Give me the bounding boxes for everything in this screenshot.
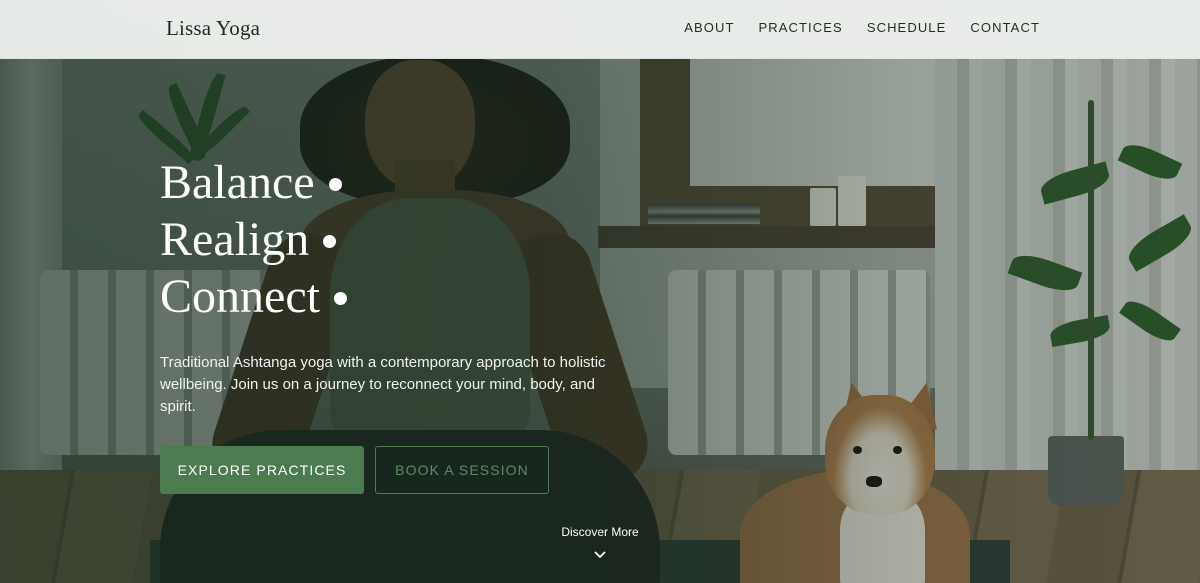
explore-practices-button[interactable]: EXPLORE PRACTICES	[160, 446, 364, 494]
site-header: Lissa Yoga ABOUT PRACTICES SCHEDULE CONT…	[0, 0, 1200, 59]
book-session-button[interactable]: BOOK A SESSION	[375, 446, 549, 494]
discover-more-label[interactable]: Discover More	[550, 525, 650, 539]
headline-word-balance: Balance	[160, 156, 315, 209]
headline-word-connect: Connect	[160, 270, 320, 323]
hero-description: Traditional Ashtanga yoga with a contemp…	[160, 354, 606, 415]
bullet-dot-icon	[323, 235, 337, 248]
page: Lissa Yoga ABOUT PRACTICES SCHEDULE CONT…	[0, 0, 1200, 583]
headline-line: Connect	[160, 268, 347, 325]
chevron-down-icon[interactable]	[594, 549, 606, 561]
bullet-dot-icon	[328, 178, 342, 191]
brand-logo[interactable]: Lissa Yoga	[166, 16, 260, 41]
headline-line: Realign	[160, 211, 347, 268]
bullet-dot-icon	[333, 292, 347, 305]
nav-item-schedule[interactable]: SCHEDULE	[867, 20, 947, 35]
nav-item-about[interactable]: ABOUT	[684, 20, 734, 35]
headline-word-realign: Realign	[160, 213, 310, 266]
nav-item-practices[interactable]: PRACTICES	[759, 20, 843, 35]
nav-item-contact[interactable]: CONTACT	[970, 20, 1040, 35]
headline-line: Balance	[160, 154, 347, 211]
hero-headline: Balance Realign Connect	[160, 154, 347, 325]
main-nav: ABOUT PRACTICES SCHEDULE CONTACT	[684, 20, 1040, 35]
